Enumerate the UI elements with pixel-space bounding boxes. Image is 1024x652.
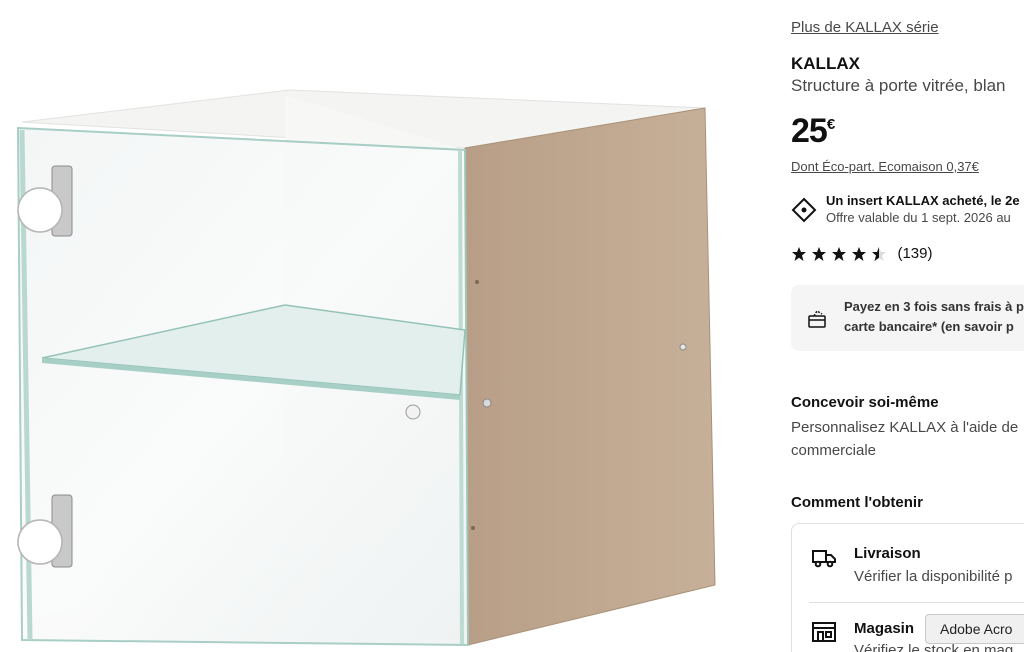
series-link[interactable]: Plus de KALLAX série bbox=[791, 19, 939, 36]
design-text-line-2: commerciale bbox=[791, 442, 877, 459]
payment-line-1: Payez en 3 fois sans frais à p bbox=[844, 299, 1024, 314]
options-divider bbox=[809, 602, 1024, 603]
design-text: Personnalisez KALLAX à l'aide de commerc… bbox=[791, 416, 1018, 462]
product-image[interactable] bbox=[0, 0, 770, 652]
eco-participation-link[interactable]: Dont Éco-part. Ecomaison 0,37€ bbox=[791, 159, 979, 174]
kallax-cabinet-illustration bbox=[16, 89, 716, 647]
card-installments-icon bbox=[808, 309, 826, 328]
store-title[interactable]: Magasin bbox=[854, 620, 914, 637]
price-tag-icon bbox=[791, 197, 817, 223]
rating-count: (139) bbox=[897, 245, 933, 263]
truck-icon bbox=[812, 550, 836, 568]
price-currency: € bbox=[826, 116, 836, 133]
delivery-title[interactable]: Livraison bbox=[854, 545, 921, 562]
app-tooltip: Adobe Acro bbox=[925, 614, 1024, 644]
product-info-panel: Plus de KALLAX série KALLAX Structure à … bbox=[791, 0, 1024, 652]
delivery-text[interactable]: Vérifier la disponibilité p bbox=[854, 568, 1012, 585]
price-amount: 25 bbox=[791, 112, 828, 150]
rating-stars-icon bbox=[792, 246, 886, 261]
product-name: KALLAX bbox=[791, 54, 860, 73]
obtain-heading: Comment l'obtenir bbox=[791, 494, 923, 511]
price: 25€ bbox=[791, 112, 835, 151]
offer-subtitle: Offre valable du 1 sept. 2026 au bbox=[826, 210, 1011, 225]
design-heading: Concevoir soi-même bbox=[791, 394, 939, 411]
offer-title: Un insert KALLAX acheté, le 2e bbox=[826, 193, 1020, 208]
design-text-line-1: Personnalisez KALLAX à l'aide de bbox=[791, 419, 1019, 436]
payment-line-2: carte bancaire* (en savoir p bbox=[844, 319, 1014, 334]
payment-installments-box[interactable]: Payez en 3 fois sans frais à p carte ban… bbox=[791, 285, 1024, 351]
product-description: Structure à porte vitrée, blan bbox=[791, 76, 1006, 95]
rating[interactable]: (139) bbox=[791, 245, 932, 265]
store-icon bbox=[812, 622, 836, 642]
offer-banner[interactable]: Un insert KALLAX acheté, le 2e Offre val… bbox=[791, 193, 1024, 233]
